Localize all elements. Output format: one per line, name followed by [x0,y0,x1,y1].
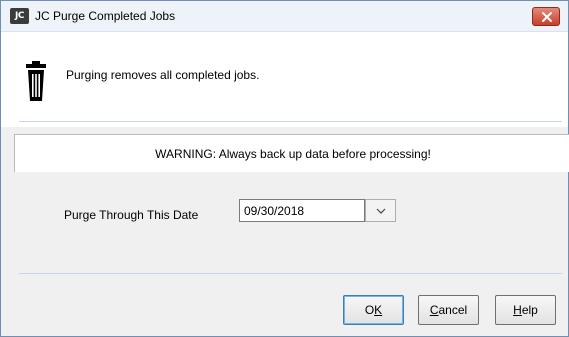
close-button[interactable] [532,7,560,26]
header-area: Purging removes all completed jobs. [1,32,568,127]
cancel-label-post: ancel [438,303,468,317]
title-bar[interactable]: JC JC Purge Completed Jobs [1,1,568,32]
trash-icon [26,61,46,101]
warning-box: WARNING: Always back up data before proc… [14,134,569,172]
window-title: JC Purge Completed Jobs [35,9,176,23]
divider-top [19,121,562,122]
divider-bottom [19,273,562,274]
app-icon: JC [10,8,29,24]
purge-date-label: Purge Through This Date [64,208,199,222]
ok-label-pre: O [364,303,375,317]
ok-label-mnemonic: K [374,303,383,317]
cancel-button[interactable]: Cancel [418,295,479,325]
date-dropdown-button[interactable] [365,199,396,222]
purge-date-input[interactable]: 09/30/2018 [239,199,365,222]
chevron-down-icon [376,208,386,214]
header-message: Purging removes all completed jobs. [66,68,260,82]
close-icon [542,12,552,22]
help-label-mnemonic: H [513,303,522,317]
ok-button[interactable]: OK [343,295,404,325]
help-label-post: elp [521,303,538,317]
warning-text: WARNING: Always back up data before proc… [155,147,431,161]
dialog-window: JC JC Purge Completed Jobs Purging remov… [0,0,569,337]
help-button[interactable]: Help [495,295,556,325]
